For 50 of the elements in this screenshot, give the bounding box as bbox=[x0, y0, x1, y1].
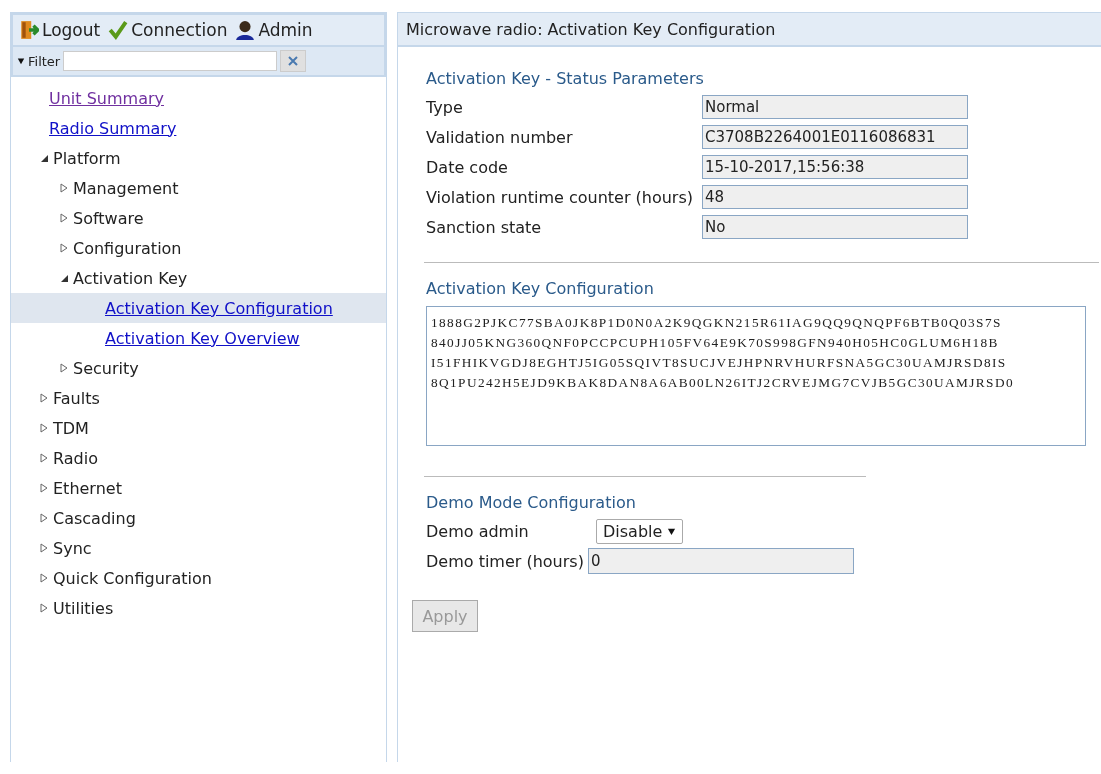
readonly-field: C3708B2264001E0116086831 bbox=[702, 125, 968, 149]
checkmark-icon bbox=[108, 20, 129, 40]
tree-item[interactable]: Utilities bbox=[53, 598, 114, 618]
field-label: Validation number bbox=[426, 127, 574, 147]
tree-item[interactable]: Faults bbox=[53, 388, 100, 408]
section-heading: Demo Mode Configuration bbox=[426, 493, 637, 512]
key-field[interactable]: 1888G2PJKC77SBA0JK8P1D0N0A2K9QGKN215R61IAG9QQ9QNQPF6BTB0Q03S7S 840JJ05KNG360QNF0PCCPCUPH105FV64E9K70S998GFN940H05HC0GLUM6H18B I51FHIKVGDJ8EGHTJ5IG05SQIVT8SUCJVEJHPNRVHURFSNA5GC30UAMJRSD8IS 8Q1PU242H5EJD9KBAK8DAN8A6AB00LN26ITJ2CRVEJMG7CVJB5GC30UAMJRSD0 bbox=[426, 306, 1086, 446]
clear-button[interactable] bbox=[280, 50, 307, 72]
tree-item[interactable]: Software bbox=[73, 208, 144, 228]
section-heading: Activation Key - Status Parameters bbox=[426, 69, 705, 88]
field-label: Date code bbox=[426, 157, 509, 177]
tree-item[interactable]: Security bbox=[73, 358, 139, 378]
door-icon bbox=[19, 20, 39, 40]
field-label: Sanction state bbox=[426, 217, 543, 237]
tree-item[interactable]: Quick Configuration bbox=[53, 568, 212, 588]
filter-field[interactable] bbox=[63, 51, 278, 71]
readonly-field: 15-10-2017,15:56:38 bbox=[702, 155, 968, 179]
field-label: Demo admin bbox=[426, 521, 530, 541]
expander-icon[interactable] bbox=[59, 273, 69, 283]
tree-item[interactable]: Ethernet bbox=[53, 478, 122, 498]
tree-item[interactable]: Platform bbox=[53, 148, 121, 168]
user-icon bbox=[235, 20, 256, 40]
field-label: Violation runtime counter (hours) bbox=[426, 187, 695, 207]
tree-item[interactable]: Activation Key bbox=[73, 268, 188, 288]
readonly-field: Normal bbox=[702, 95, 968, 119]
connection-link[interactable]: Connection bbox=[108, 20, 228, 40]
tree-link[interactable]: Radio Summary bbox=[49, 118, 177, 138]
page-title: Microwave radio: Activation Key Configuration bbox=[398, 13, 1101, 47]
tree-item[interactable]: TDM bbox=[53, 418, 89, 438]
readonly-field: No bbox=[702, 215, 968, 239]
close-icon bbox=[288, 56, 299, 66]
field-label: Type bbox=[426, 97, 464, 117]
tree-link[interactable]: Activation Key Overview bbox=[105, 328, 300, 348]
tree-item[interactable]: Cascading bbox=[53, 508, 136, 528]
tree-item[interactable]: Configuration bbox=[73, 238, 182, 258]
caret-icon bbox=[667, 526, 677, 536]
demo-timer-field[interactable]: 0 bbox=[587, 548, 854, 574]
expander-icon[interactable] bbox=[39, 153, 49, 163]
user-link[interactable]: Admin bbox=[235, 20, 313, 40]
readonly-field: 48 bbox=[702, 185, 968, 209]
caret-icon[interactable] bbox=[17, 57, 25, 65]
logout-link[interactable]: Logout bbox=[19, 20, 101, 40]
section-heading: Activation Key Configuration bbox=[426, 279, 655, 298]
tree-item[interactable]: Management bbox=[73, 178, 179, 198]
filter-toggle[interactable]: Filter bbox=[28, 53, 61, 69]
field-label: Demo timer (hours) bbox=[426, 551, 584, 571]
tree-item[interactable]: Sync bbox=[53, 538, 92, 558]
tree-item[interactable]: Radio bbox=[53, 448, 98, 468]
tree-link[interactable]: Unit Summary bbox=[49, 88, 164, 108]
demo-admin-dropdown[interactable]: Disable bbox=[596, 518, 684, 544]
